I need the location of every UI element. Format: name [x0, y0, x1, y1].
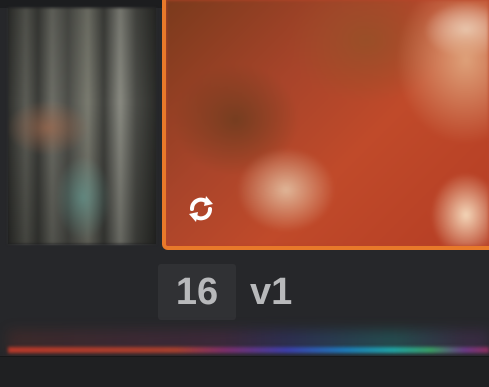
clip-color-bar [8, 347, 489, 353]
current-clip-thumbnail[interactable] [162, 0, 489, 250]
clip-timeline-strip: 16 v1 [0, 0, 489, 387]
previous-clip-shade [8, 8, 156, 244]
timeline-bottom-bar [0, 356, 489, 387]
cache-refresh-icon [184, 192, 218, 226]
clip-number-badge: 16 [158, 264, 236, 320]
clip-version-label: v1 [250, 271, 293, 313]
